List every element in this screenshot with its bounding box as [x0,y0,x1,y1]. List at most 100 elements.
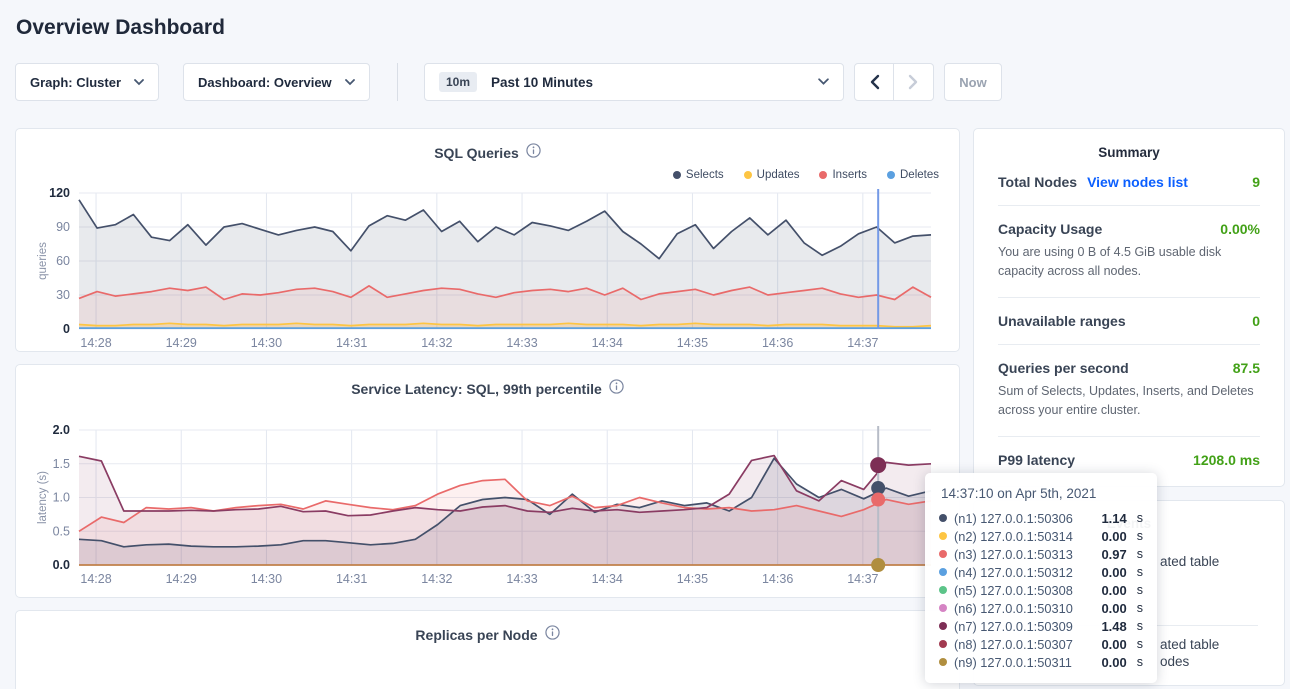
time-prev-button[interactable] [854,63,894,101]
summary-value: 1208.0 ms [1193,452,1260,468]
node-address: (n5) 127.0.0.1:50308 [954,583,1073,598]
summary-divider [998,297,1260,298]
node-latency-value: 0.00 [1101,637,1126,652]
svg-text:0.0: 0.0 [53,558,70,572]
svg-text:latency (s): latency (s) [37,471,49,524]
info-icon[interactable] [609,379,624,399]
tooltip-row: (n5) 127.0.0.1:503080.00s [939,581,1143,599]
tooltip-row: (n9) 127.0.0.1:503110.00s [939,653,1143,671]
page-title: Overview Dashboard [16,16,1285,40]
node-latency-value: 0.00 [1101,529,1126,544]
summary-row: Total NodesView nodes list9 [998,174,1260,190]
chevron-down-icon [818,78,829,86]
tooltip-row: (n1) 127.0.0.1:503061.14s [939,509,1143,527]
summary-label: Capacity Usage [998,221,1102,237]
node-address: (n8) 127.0.0.1:50307 [954,637,1073,652]
chevron-right-icon [908,74,919,90]
dashboard-selector-label: Dashboard: Overview [198,75,332,90]
chevron-left-icon [869,74,880,90]
chevron-down-icon [345,79,355,86]
node-color-dot [939,586,947,594]
time-range-label: Past 10 Minutes [491,75,593,90]
summary-divider [998,205,1260,206]
sql-queries-header: SQL Queries [16,141,959,165]
summary-label: Total Nodes [998,174,1077,190]
dashboard-selector-dropdown[interactable]: Dashboard: Overview [183,63,370,101]
chart-title: SQL Queries [434,145,519,161]
svg-text:1.0: 1.0 [53,491,70,505]
summary-row: P99 latency1208.0 ms [998,452,1260,468]
event-item-text[interactable]: odes [1160,654,1189,669]
tooltip-row: (n4) 127.0.0.1:503120.00s [939,563,1143,581]
legend-item[interactable]: Inserts [819,169,867,181]
tooltip-row: (n3) 127.0.0.1:503130.97s [939,545,1143,563]
tooltip-row: (n2) 127.0.0.1:503140.00s [939,527,1143,545]
node-address: (n2) 127.0.0.1:50314 [954,529,1073,544]
chevron-down-icon [134,79,144,86]
node-color-dot [939,550,947,558]
node-latency-unit: s [1137,637,1143,651]
node-latency-value: 0.00 [1101,655,1126,670]
node-latency-unit: s [1137,619,1143,633]
legend-item[interactable]: Deletes [887,169,939,181]
node-color-dot [939,604,947,612]
tooltip-row: (n7) 127.0.0.1:503091.48s [939,617,1143,635]
sql-queries-chart[interactable]: 14:2814:2914:3014:3114:3214:3314:3414:35… [16,185,959,351]
svg-text:14:28: 14:28 [80,572,111,586]
legend-dot [673,171,681,179]
graph-selector-label: Graph: Cluster [30,75,121,90]
legend-label: Inserts [832,169,867,181]
now-button[interactable]: Now [944,63,1002,101]
svg-text:2.0: 2.0 [53,423,70,437]
node-latency-value: 0.00 [1101,601,1126,616]
summary-row: Queries per second87.5Sum of Selects, Up… [998,360,1260,421]
summary-divider [998,436,1260,437]
view-nodes-list-link[interactable]: View nodes list [1087,174,1188,190]
service-latency-header: Service Latency: SQL, 99th percentile [16,377,959,401]
legend-item[interactable]: Selects [673,169,724,181]
replicas-per-node-panel: Replicas per Node [15,610,960,689]
service-latency-panel: Service Latency: SQL, 99th percentile 14… [15,364,960,598]
summary-title: Summary [998,145,1260,160]
node-latency-unit: s [1137,655,1143,669]
svg-text:0.5: 0.5 [53,524,70,538]
legend-item[interactable]: Updates [744,169,800,181]
svg-text:14:31: 14:31 [336,572,367,586]
svg-text:14:34: 14:34 [592,572,623,586]
svg-text:14:37: 14:37 [847,336,878,350]
info-icon[interactable] [526,143,541,163]
node-color-dot [939,532,947,540]
svg-text:14:35: 14:35 [677,336,708,350]
time-next-button[interactable] [894,63,934,101]
svg-text:14:30: 14:30 [251,572,282,586]
tooltip-rows: (n1) 127.0.0.1:503061.14s (n2) 127.0.0.1:… [939,509,1143,671]
replicas-header: Replicas per Node [16,623,959,647]
legend-dot [819,171,827,179]
node-color-dot [939,568,947,576]
summary-label: Queries per second [998,360,1129,376]
sql-legend: Selects Updates Inserts Deletes [16,165,959,185]
time-range-badge: 10m [439,72,477,92]
now-button-label: Now [959,75,986,90]
graph-selector-dropdown[interactable]: Graph: Cluster [15,63,159,101]
svg-text:14:28: 14:28 [80,336,111,350]
node-color-dot [939,622,947,630]
svg-text:14:32: 14:32 [421,336,452,350]
event-item-text[interactable]: ated table [1160,637,1219,652]
event-item-text[interactable]: ated table [1160,554,1219,569]
tooltip-row: (n8) 127.0.0.1:50307 0.00 s [939,635,1143,653]
node-color-dot [939,658,947,666]
legend-label: Updates [757,169,800,181]
svg-text:30: 30 [56,288,70,302]
node-address: (n6) 127.0.0.1:50310 [954,601,1073,616]
node-address: (n4) 127.0.0.1:50312 [954,565,1073,580]
overview-dashboard-page: Overview Dashboard Graph: Cluster Dashbo… [0,0,1290,689]
service-latency-chart[interactable]: 14:2814:2914:3014:3114:3214:3314:3414:35… [16,401,959,597]
time-range-dropdown[interactable]: 10m Past 10 Minutes [424,63,844,101]
node-address: (n1) 127.0.0.1:50306 [954,511,1073,526]
summary-desc: You are using 0 B of 4.5 GiB usable disk… [998,243,1260,282]
svg-text:14:37: 14:37 [847,572,878,586]
node-latency-value: 0.00 [1101,583,1126,598]
time-step-buttons [854,63,934,101]
info-icon[interactable] [545,625,560,645]
